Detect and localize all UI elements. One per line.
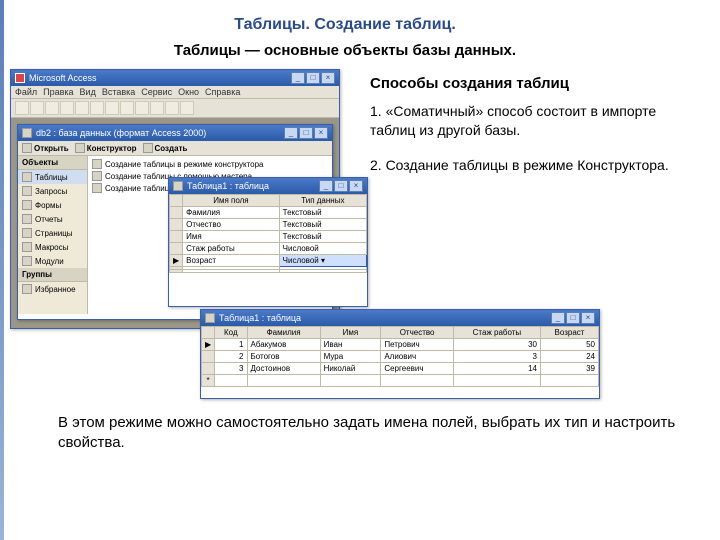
design-minimize-button[interactable]: _ bbox=[319, 180, 333, 192]
bottom-paragraph: В этом режиме можно самостоятельно задат… bbox=[58, 413, 680, 454]
sidebar-item-macros: Макросы bbox=[18, 240, 87, 254]
table-design-window: Таблица1 : таблица _ □ × Имя поляТип дан… bbox=[168, 177, 368, 307]
design-icon bbox=[75, 143, 85, 153]
data-minimize-button[interactable]: _ bbox=[551, 312, 565, 324]
screenshots-area: Microsoft Access _ □ × ФайлПравкаВидВста… bbox=[10, 69, 340, 399]
access-app-title: Microsoft Access bbox=[29, 73, 97, 83]
design-maximize-button[interactable]: □ bbox=[334, 180, 348, 192]
db-maximize-button[interactable]: □ bbox=[299, 127, 313, 139]
db-toolbar[interactable]: Открыть Конструктор Создать bbox=[18, 141, 332, 156]
access-toolbar[interactable] bbox=[11, 99, 339, 118]
sidebar-item-tables: Таблицы bbox=[18, 170, 87, 184]
wizard-icon bbox=[92, 171, 102, 181]
access-app-icon bbox=[15, 73, 25, 83]
datasheet-window-title: Таблица1 : таблица bbox=[219, 313, 301, 323]
close-button[interactable]: × bbox=[321, 72, 335, 84]
methods-heading: Способы создания таблиц bbox=[370, 75, 680, 92]
sidebar-item-reports: Отчеты bbox=[18, 212, 87, 226]
sidebar-item-modules: Модули bbox=[18, 254, 87, 268]
design-close-button[interactable]: × bbox=[349, 180, 363, 192]
maximize-button[interactable]: □ bbox=[306, 72, 320, 84]
access-menubar[interactable]: ФайлПравкаВидВставкаСервисОкноСправка bbox=[11, 86, 339, 99]
table-datasheet-window: Таблица1 : таблица _ □ × Код Фамилия Имя… bbox=[200, 309, 600, 399]
method-1-text: 1. «Соматичный» способ состоит в импорте… bbox=[370, 102, 680, 140]
sidebar-item-queries: Запросы bbox=[18, 184, 87, 198]
design-window-title: Таблица1 : таблица bbox=[187, 181, 269, 191]
access-titlebar: Microsoft Access _ □ × bbox=[11, 70, 339, 86]
design-grid[interactable]: Имя поляТип данных ФамилияТекстовый Отче… bbox=[169, 194, 367, 273]
minimize-button[interactable]: _ bbox=[291, 72, 305, 84]
wizard-icon bbox=[92, 183, 102, 193]
create-icon bbox=[143, 143, 153, 153]
sidebar-item-forms: Формы bbox=[18, 198, 87, 212]
table-icon bbox=[173, 181, 183, 191]
db-icon bbox=[22, 128, 32, 138]
open-icon bbox=[22, 143, 32, 153]
slide-title: Таблицы. Создание таблиц. bbox=[10, 16, 680, 34]
slide-subtitle: Таблицы — основные объекты базы данных. bbox=[10, 42, 680, 59]
sidebar-item-pages: Страницы bbox=[18, 226, 87, 240]
db-object-bar[interactable]: Объекты Таблицы Запросы Формы Отчеты Стр… bbox=[18, 156, 88, 314]
datasheet-grid[interactable]: Код Фамилия Имя Отчество Стаж работы Воз… bbox=[201, 326, 599, 387]
db-close-button[interactable]: × bbox=[314, 127, 328, 139]
data-close-button[interactable]: × bbox=[581, 312, 595, 324]
db-window-title: db2 : база данных (формат Access 2000) bbox=[36, 128, 206, 138]
method-2-text: 2. Создание таблицы в режиме Конструктор… bbox=[370, 156, 680, 175]
sidebar-item-favorites: Избранное bbox=[18, 282, 87, 296]
table-icon bbox=[205, 313, 215, 323]
db-minimize-button[interactable]: _ bbox=[284, 127, 298, 139]
data-maximize-button[interactable]: □ bbox=[566, 312, 580, 324]
wizard-icon bbox=[92, 159, 102, 169]
